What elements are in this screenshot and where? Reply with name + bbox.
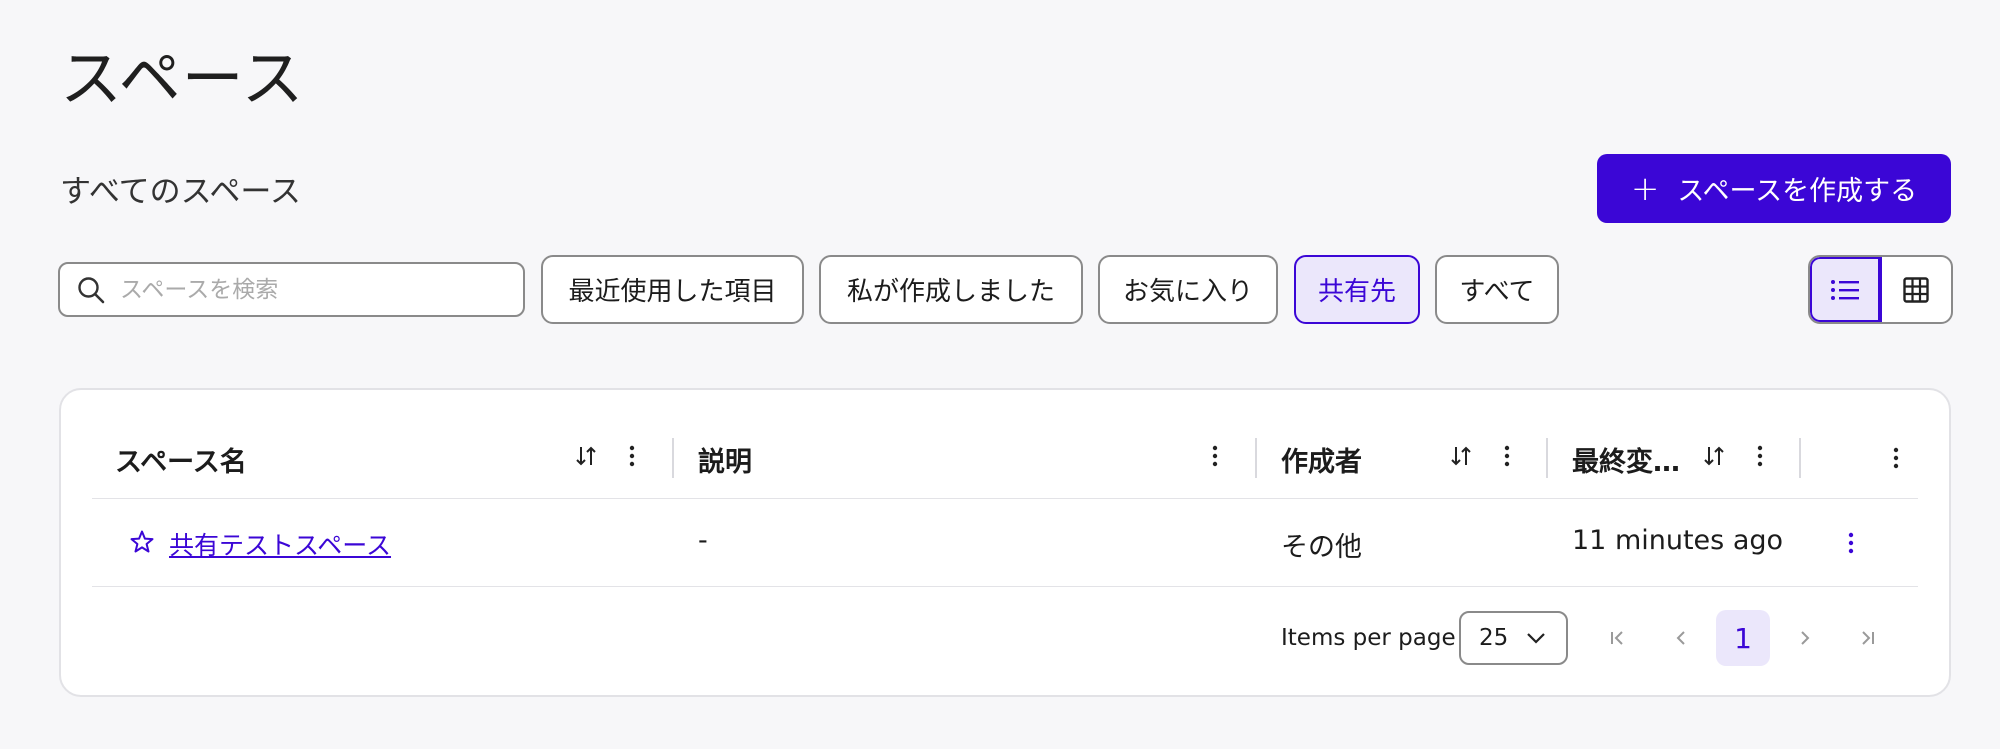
filter-favorites[interactable]: お気に入り [1098, 255, 1278, 324]
items-per-page-label: Items per page [1281, 625, 1456, 651]
column-divider[interactable] [1546, 438, 1548, 478]
previous-page-button[interactable] [1654, 610, 1708, 666]
page-title: スペース [60, 42, 305, 115]
column-header-space-name[interactable]: スペース名 [115, 440, 247, 479]
column-menu-icon[interactable] [626, 444, 638, 468]
last-page-icon [1862, 631, 1874, 645]
column-menu-icon[interactable] [1754, 444, 1766, 468]
view-toggle [1808, 255, 1953, 324]
grid-view-button[interactable] [1882, 257, 1952, 322]
items-per-page-select[interactable]: 25 [1459, 611, 1568, 665]
column-divider[interactable] [1799, 438, 1801, 478]
space-description: - [698, 525, 708, 556]
last-page-button[interactable] [1840, 610, 1894, 666]
filter-all[interactable]: すべて [1435, 255, 1559, 324]
search-input[interactable] [118, 275, 502, 304]
row-divider [92, 586, 1918, 587]
create-space-button[interactable]: + スペースを作成する [1597, 154, 1951, 223]
chevron-left-icon [1676, 631, 1685, 645]
space-name-link[interactable]: 共有テストスペース [169, 526, 391, 562]
next-page-button[interactable] [1778, 610, 1832, 666]
list-view-button[interactable] [1810, 257, 1882, 322]
column-divider[interactable] [672, 438, 674, 478]
star-icon[interactable] [129, 529, 155, 555]
column-header-description[interactable]: 説明 [698, 440, 752, 479]
search-icon [78, 276, 105, 303]
filter-created-by-me[interactable]: 私が作成しました [819, 255, 1083, 324]
sort-icon[interactable] [1449, 444, 1473, 468]
row-actions-icon[interactable] [1845, 531, 1857, 555]
first-page-button[interactable] [1591, 610, 1645, 666]
column-header-creator[interactable]: 作成者 [1281, 440, 1362, 479]
column-menu-icon[interactable] [1501, 444, 1513, 468]
items-per-page-value: 25 [1479, 625, 1509, 651]
plus-icon: + [1630, 168, 1660, 209]
filter-recent[interactable]: 最近使用した項目 [541, 255, 804, 324]
filter-shared-with[interactable]: 共有先 [1294, 255, 1420, 324]
chevron-right-icon [1801, 631, 1810, 645]
space-last-modified: 11 minutes ago [1572, 525, 1784, 556]
search-box [58, 262, 525, 317]
space-creator: その他 [1281, 532, 1362, 563]
section-subtitle: すべてのスペース [60, 174, 301, 210]
sort-icon[interactable] [1702, 444, 1726, 468]
header-divider [92, 498, 1918, 499]
page-number-button[interactable]: 1 [1716, 610, 1770, 666]
chevron-down-icon [1527, 633, 1546, 644]
column-divider[interactable] [1255, 438, 1257, 478]
list-view-icon [1830, 279, 1859, 300]
column-menu-icon[interactable] [1209, 444, 1221, 468]
column-header-last-modified[interactable]: 最終変… [1572, 440, 1680, 479]
grid-view-icon [1903, 276, 1929, 303]
first-page-icon [1611, 631, 1623, 645]
column-menu-icon[interactable] [1890, 446, 1902, 470]
sort-icon[interactable] [574, 444, 598, 468]
create-space-label: スペースを作成する [1677, 176, 1918, 207]
